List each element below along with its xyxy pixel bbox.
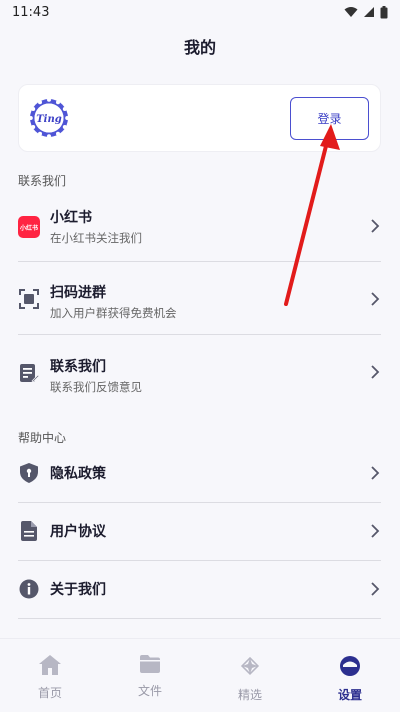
status-icons: [344, 5, 388, 19]
tab-settings[interactable]: 设置: [300, 639, 400, 712]
chevron-right-icon: [371, 365, 380, 379]
info-icon: [18, 578, 40, 600]
divider: [18, 618, 381, 619]
settings-icon: [340, 656, 360, 676]
list-label: 用户协议: [50, 524, 106, 540]
sparkle-icon: [240, 656, 260, 675]
list-item-scan-group[interactable]: 扫码进群 加入用户群获得免费机会: [0, 262, 400, 334]
profile-card: Ting 登录: [18, 84, 381, 152]
tab-featured[interactable]: 精选: [200, 639, 300, 712]
chevron-right-icon: [371, 524, 380, 538]
list-item-user-agreement[interactable]: 用户协议: [0, 503, 400, 560]
list-label: 联系我们: [50, 359, 106, 375]
home-icon: [39, 655, 61, 675]
list-label: 扫码进群: [50, 285, 106, 301]
chevron-right-icon: [371, 466, 380, 480]
list-sublabel: 在小红书关注我们: [50, 231, 142, 245]
shield-icon: [18, 462, 40, 484]
app-logo: Ting: [28, 97, 70, 139]
list-item-about-us[interactable]: 关于我们: [0, 561, 400, 618]
section-title-contact: 联系我们: [18, 174, 67, 188]
folder-icon: [140, 655, 160, 673]
feedback-icon: [18, 362, 40, 384]
list-label: 隐私政策: [50, 466, 106, 482]
login-button[interactable]: 登录: [290, 96, 369, 140]
tab-label: 精选: [237, 688, 262, 702]
scan-icon: [18, 288, 40, 310]
list-label: 关于我们: [50, 582, 106, 598]
wifi-icon: [344, 7, 358, 17]
xiaohongshu-icon-text: 小红书: [19, 224, 38, 232]
list-sublabel: 联系我们反馈意见: [50, 380, 142, 394]
bottom-tab-bar: 首页 文件 精选 设置: [0, 638, 400, 712]
document-icon: [18, 520, 40, 542]
page-title: 我的: [183, 38, 216, 57]
tab-home[interactable]: 首页: [0, 639, 100, 712]
list-item-contact-us[interactable]: 联系我们 联系我们反馈意见: [0, 335, 400, 408]
chevron-right-icon: [371, 292, 380, 306]
tab-label: 设置: [337, 688, 362, 702]
tab-label: 首页: [37, 686, 62, 700]
signal-icon: [364, 7, 374, 17]
status-time: 11:43: [12, 4, 50, 20]
logo-text: Ting: [36, 114, 62, 125]
battery-icon: [380, 5, 388, 18]
chevron-right-icon: [371, 219, 380, 233]
list-item-xiaohongshu[interactable]: 小红书 小红书 在小红书关注我们: [0, 194, 400, 260]
list-label: 小红书: [50, 210, 92, 226]
tab-label: 文件: [137, 684, 162, 698]
list-item-privacy-policy[interactable]: 隐私政策: [0, 446, 400, 502]
status-bar: 11:43: [0, 0, 400, 24]
list-sublabel: 加入用户群获得免费机会: [50, 306, 177, 320]
section-title-help: 帮助中心: [18, 431, 67, 445]
tab-files[interactable]: 文件: [100, 639, 200, 712]
chevron-right-icon: [371, 582, 380, 596]
xiaohongshu-icon: 小红书: [18, 216, 40, 238]
